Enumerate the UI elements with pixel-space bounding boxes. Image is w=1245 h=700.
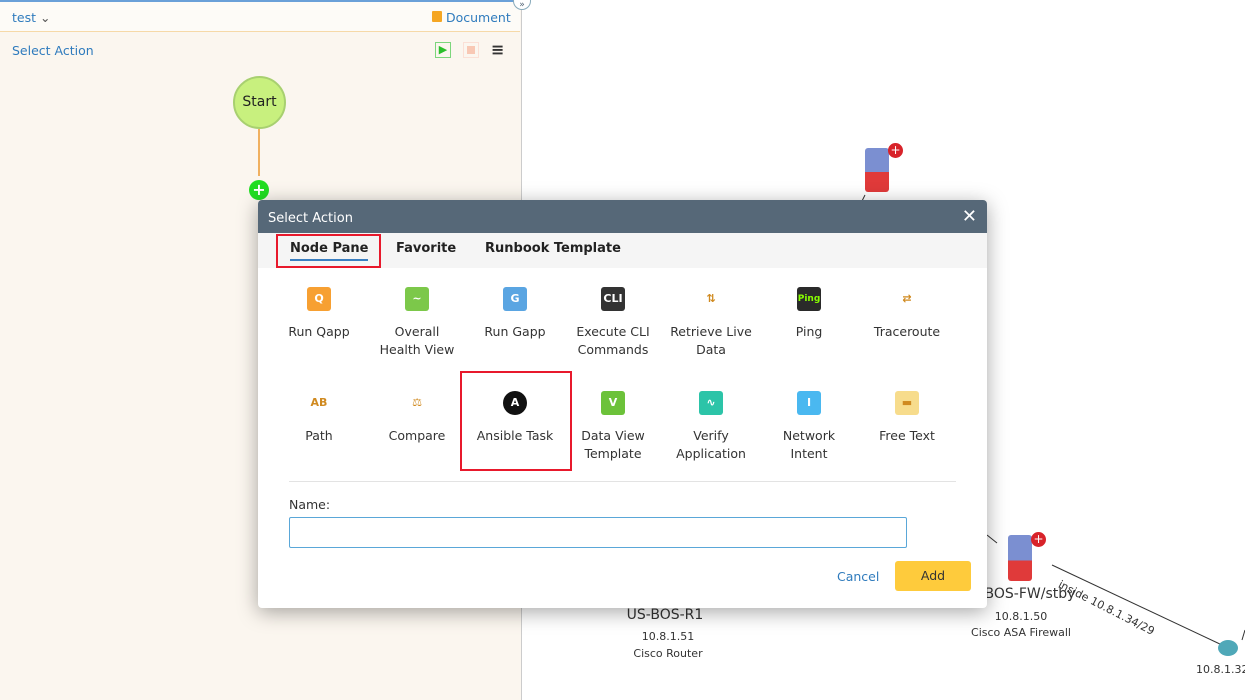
action-item-retrieve-live-data[interactable]: ⇅ Retrieve Live Data	[662, 287, 760, 359]
action-item-label: Network Intent	[782, 428, 836, 461]
verify-icon: ∿	[699, 391, 723, 415]
cancel-button[interactable]: Cancel	[837, 569, 879, 584]
action-item-label: Retrieve Live Data	[670, 324, 752, 357]
action-item-verify-application[interactable]: ∿ Verify Application	[662, 391, 760, 463]
gapp-icon: G	[503, 287, 527, 311]
action-item-label: Data View Template	[581, 428, 645, 461]
menu-icon[interactable]: ≡	[491, 40, 504, 59]
select-action-label: Select Action	[12, 43, 94, 58]
divider	[289, 481, 956, 482]
stop-icon[interactable]	[463, 42, 479, 58]
name-label: Name:	[289, 497, 331, 512]
document-link[interactable]: Document	[432, 10, 511, 25]
highlight-box	[460, 371, 572, 471]
action-item-label: Verify Application	[676, 428, 746, 461]
device-type: Cisco Router	[633, 647, 703, 660]
highlight-box	[276, 234, 381, 268]
live-data-icon: ⇅	[699, 287, 723, 311]
alert-plus-icon: +	[1031, 532, 1046, 547]
action-item-path[interactable]: AB Path	[270, 391, 368, 445]
action-item-label: Ping	[795, 324, 823, 339]
device-ip: 10.8.1.50	[994, 610, 1048, 623]
connector-line	[258, 129, 260, 176]
traceroute-icon: ⇄	[895, 287, 919, 311]
firewall-icon[interactable]	[1008, 535, 1032, 581]
action-item-label: Compare	[388, 428, 446, 443]
action-item-label: Free Text	[879, 428, 935, 443]
device-ip: 10.8.1.32	[1196, 663, 1245, 676]
ping-icon: Ping	[797, 287, 821, 311]
panel-header: test ⌄ Document	[0, 2, 520, 32]
device-type: Cisco ASA Firewall	[971, 626, 1071, 639]
action-item-label: Run Qapp	[288, 324, 350, 339]
device-name[interactable]: US-BOS-R1	[595, 607, 735, 623]
select-action-dialog: Select Action ✕ Node Pane Favorite Runbo…	[258, 200, 987, 608]
play-icon[interactable]: ▶	[435, 42, 451, 58]
add-button[interactable]: Add	[895, 561, 971, 591]
action-item-overall-health-view[interactable]: ~ Overall Health View	[368, 287, 466, 359]
tab-runbook-template[interactable]: Runbook Template	[485, 241, 621, 256]
runbook-selector[interactable]: test ⌄	[12, 10, 50, 25]
dialog-header: Select Action ✕	[258, 200, 987, 233]
firewall-icon[interactable]	[865, 148, 889, 192]
intent-icon: I	[797, 391, 821, 415]
action-item-label: Run Gapp	[484, 324, 546, 339]
close-icon[interactable]: ✕	[962, 206, 977, 227]
router-icon[interactable]	[1218, 640, 1238, 656]
compare-icon: ⚖	[405, 391, 429, 415]
document-icon	[432, 11, 442, 22]
action-item-compare[interactable]: ⚖ Compare	[368, 391, 466, 445]
action-item-label: Overall Health View	[379, 324, 455, 357]
chevron-down-icon: ⌄	[40, 10, 51, 25]
add-step-icon[interactable]: +	[249, 180, 269, 200]
action-item-run-gapp[interactable]: G Run Gapp	[466, 287, 564, 341]
start-node[interactable]: Start	[233, 76, 286, 129]
dialog-title: Select Action	[268, 211, 353, 226]
health-icon: ~	[405, 287, 429, 311]
free-text-icon: ▬	[895, 391, 919, 415]
alert-plus-icon: +	[888, 143, 903, 158]
cli-icon: CLI	[601, 287, 625, 311]
action-item-traceroute[interactable]: ⇄ Traceroute	[858, 287, 956, 341]
action-item-label: Path	[305, 428, 333, 443]
path-icon: AB	[307, 391, 331, 415]
data-view-icon: V	[601, 391, 625, 415]
name-input[interactable]	[289, 517, 907, 548]
action-item-data-view-template[interactable]: V Data View Template	[564, 391, 662, 463]
action-item-free-text[interactable]: ▬ Free Text	[858, 391, 956, 445]
device-ip: 10.8.1.51	[641, 630, 695, 643]
action-item-execute-cli-commands[interactable]: CLI Execute CLI Commands	[564, 287, 662, 359]
action-item-run-qapp[interactable]: Q Run Qapp	[270, 287, 368, 341]
action-item-label: Execute CLI Commands	[576, 324, 650, 357]
action-item-network-intent[interactable]: I Network Intent	[760, 391, 858, 463]
qapp-icon: Q	[307, 287, 331, 311]
tab-favorite[interactable]: Favorite	[396, 241, 456, 256]
action-item-label: Traceroute	[873, 324, 941, 339]
action-item-ping[interactable]: Ping Ping	[760, 287, 858, 341]
